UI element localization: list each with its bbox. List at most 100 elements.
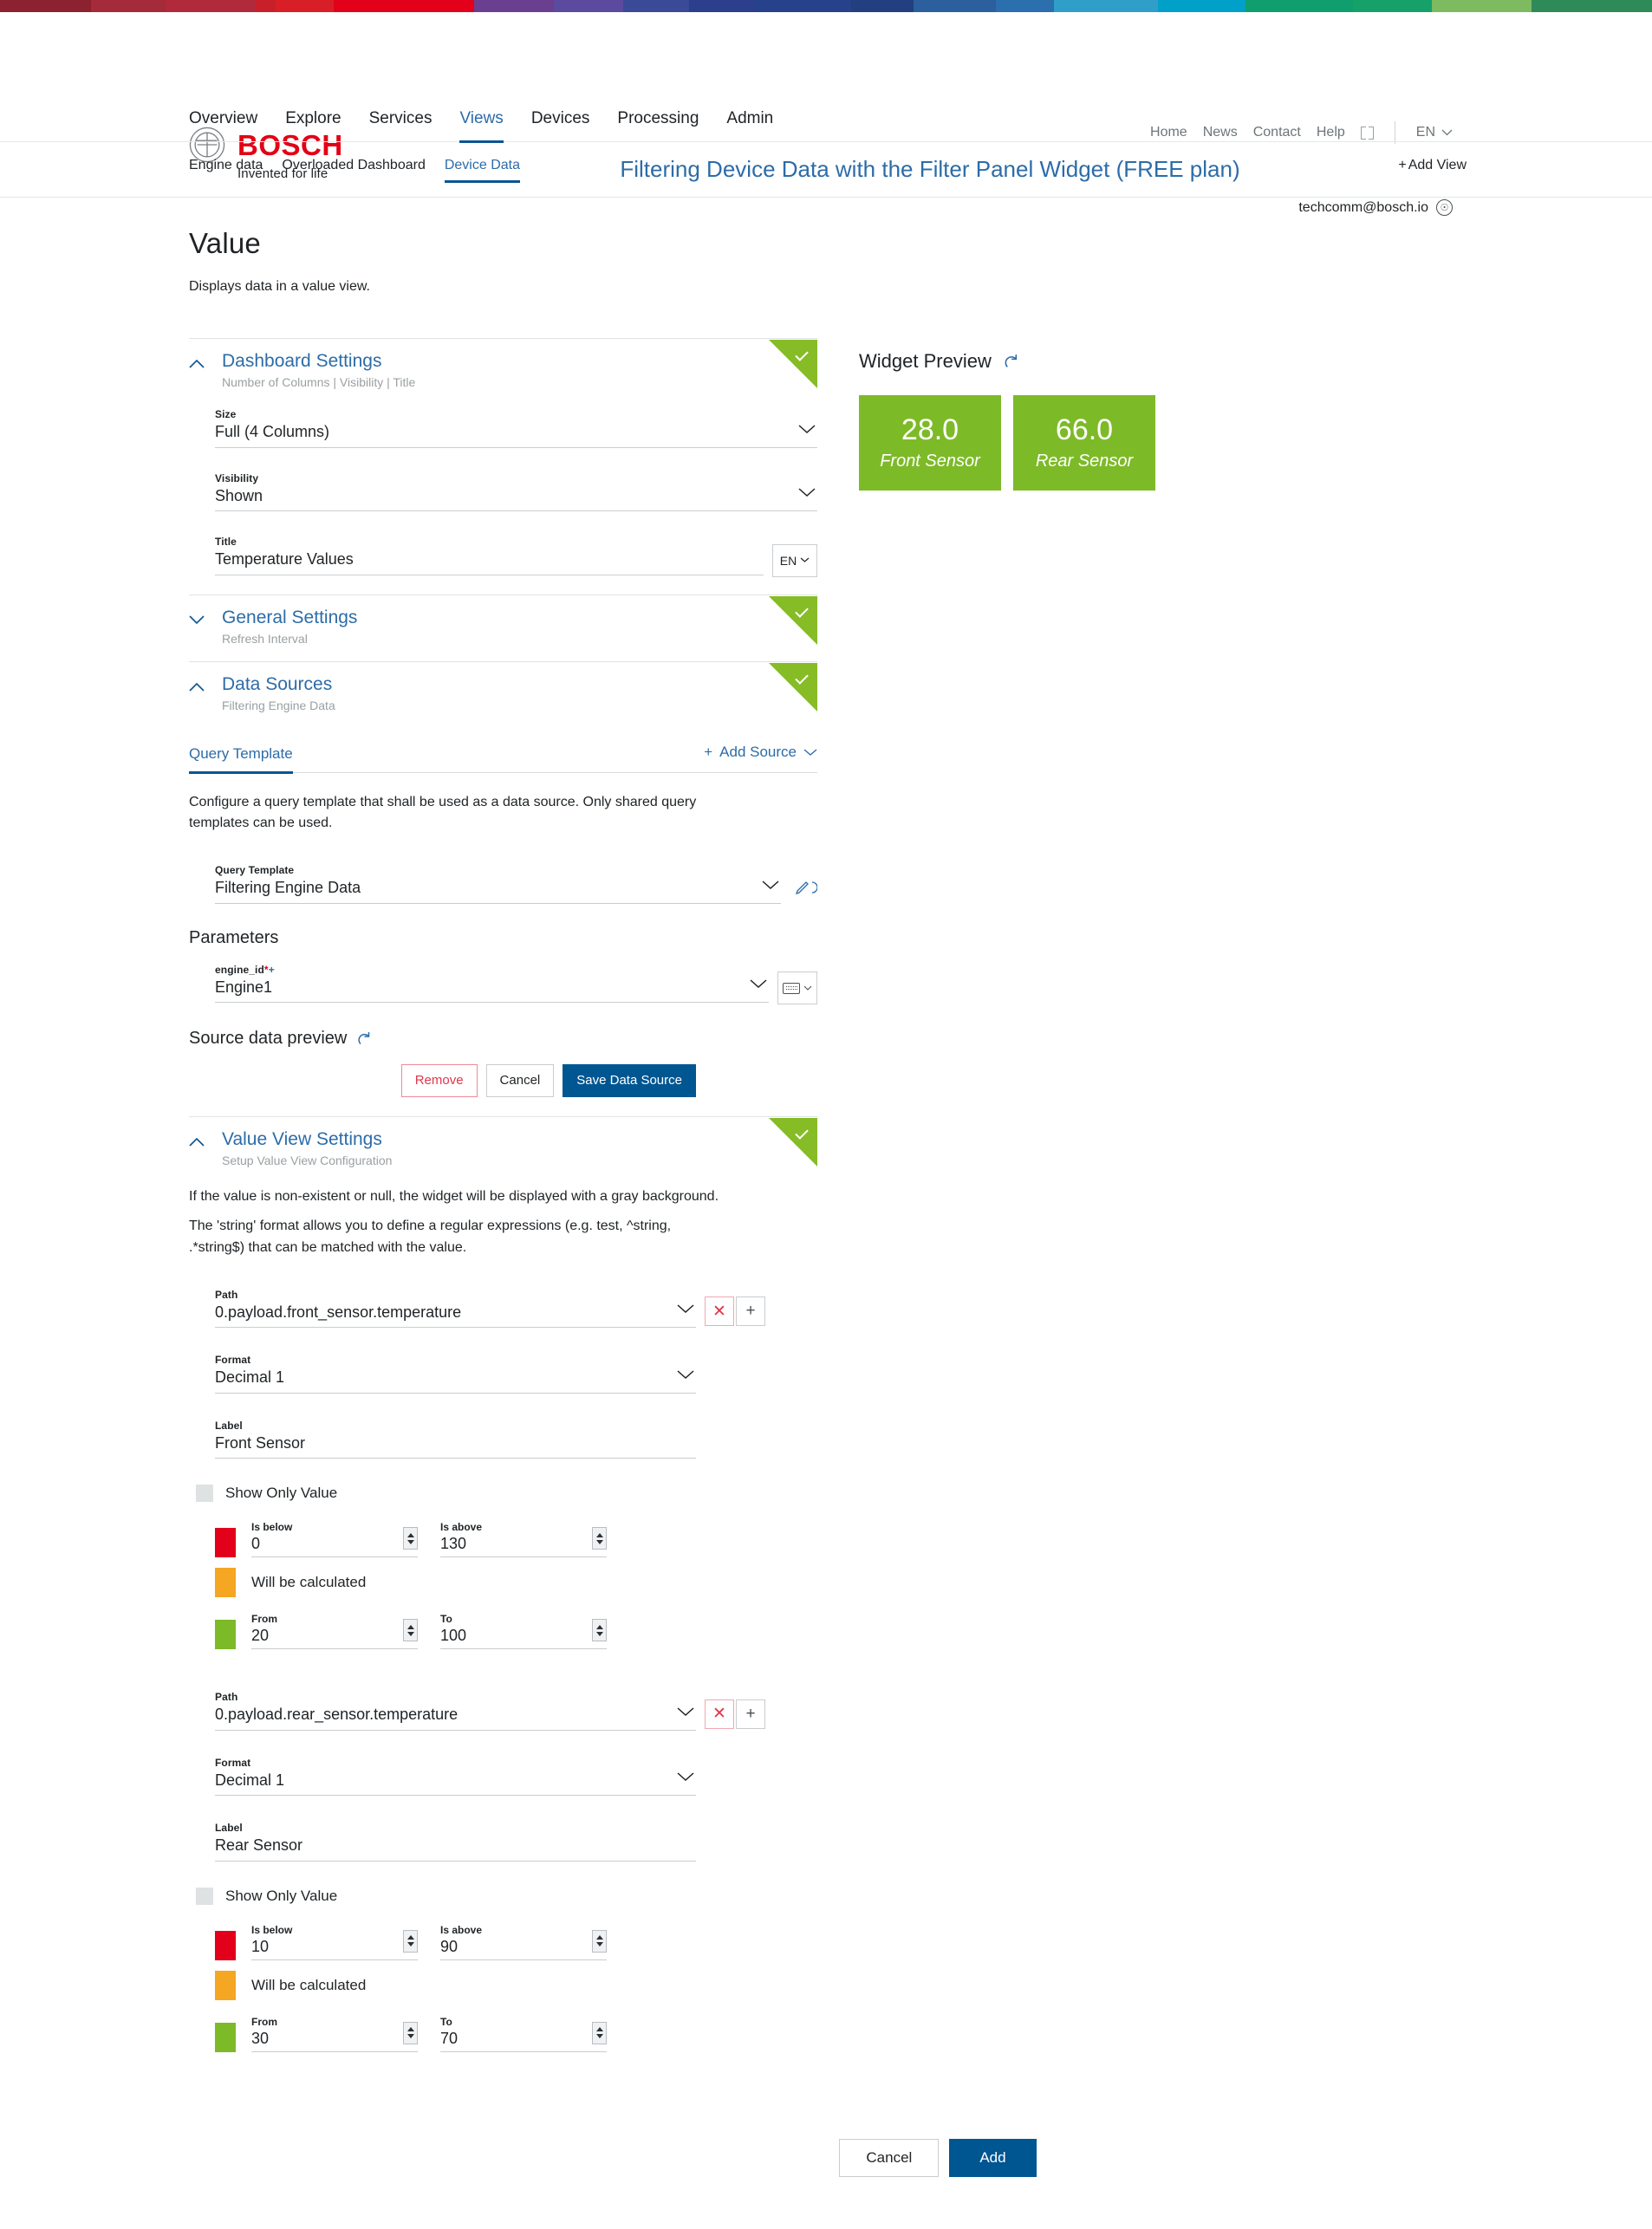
size-label: Size (215, 408, 237, 420)
stepper[interactable] (592, 1619, 607, 1642)
color-swatch-orange[interactable] (215, 1970, 236, 2000)
chevron-up-icon[interactable] (189, 682, 205, 698)
cancel-data-source-button[interactable]: Cancel (485, 1064, 555, 1097)
nav-item-processing[interactable]: Processing (617, 104, 699, 143)
format-select[interactable]: Format Decimal 1 (215, 1347, 696, 1394)
color-swatch-red[interactable] (215, 1528, 236, 1558)
chevron-down-icon[interactable] (750, 978, 769, 993)
chevron-down-icon[interactable] (677, 1303, 696, 1318)
engine-id-select[interactable]: engine_id*+ Engine1 (215, 957, 769, 1004)
chevron-down-icon[interactable] (677, 1706, 696, 1721)
show-only-value-checkbox[interactable] (196, 1887, 213, 1905)
keyboard-icon (783, 982, 800, 994)
title-language-selector[interactable]: EN (772, 543, 817, 577)
section-header[interactable]: Value View Settings Setup Value View Con… (189, 1117, 817, 1176)
to-input[interactable]: To 100 (440, 1609, 607, 1650)
from-input[interactable]: From 30 (251, 2012, 418, 2052)
label-input[interactable]: Label Rear Sensor (215, 1815, 696, 1862)
from-input[interactable]: From 20 (251, 1609, 418, 1650)
path-select[interactable]: Path 0.payload.front_sensor.temperature (215, 1282, 696, 1329)
tab-overloaded-dashboard[interactable]: Overloaded Dashboard (282, 158, 425, 183)
plus-icon: + (704, 744, 713, 760)
chevron-down-icon[interactable] (189, 614, 205, 631)
add-source-button[interactable]: + Add Source (704, 744, 817, 768)
add-view-button[interactable]: + Add View (1398, 158, 1467, 173)
remove-path-button[interactable]: ✕ (705, 1699, 734, 1729)
section-title: General Settings (222, 607, 358, 627)
format-value: Decimal 1 (215, 1368, 285, 1387)
is-above-input[interactable]: Is above 130 (440, 1517, 607, 1558)
add-path-button[interactable]: + (736, 1699, 765, 1729)
refresh-icon[interactable] (355, 1030, 372, 1047)
size-select[interactable]: Size Full (4 Columns) (215, 401, 817, 448)
add-button[interactable]: Add (949, 2138, 1037, 2178)
engine-id-value: Engine1 (215, 978, 273, 996)
section-title: Dashboard Settings (222, 351, 382, 371)
section-header[interactable]: General Settings Refresh Interval (189, 595, 817, 661)
cancel-button[interactable]: Cancel (839, 2138, 940, 2178)
is-below-input[interactable]: Is below 10 (251, 1920, 418, 1960)
stepper[interactable] (403, 1929, 418, 1953)
app-header: Home News Contact Help EN BOSCH Invented… (0, 102, 1652, 216)
section-body: Query Template + Add Source Configure a … (189, 721, 818, 1116)
label-input[interactable]: Label Front Sensor (215, 1413, 696, 1459)
format-select[interactable]: Format Decimal 1 (215, 1750, 696, 1797)
path-select[interactable]: Path 0.payload.rear_sensor.temperature (215, 1684, 696, 1731)
is-below-input[interactable]: Is below 0 (251, 1517, 418, 1558)
is-above-label: Is above (440, 1923, 483, 1936)
nav-item-views[interactable]: Views (459, 104, 504, 143)
section-header[interactable]: Dashboard Settings Number of Columns | V… (189, 339, 817, 398)
nav-item-services[interactable]: Services (369, 104, 433, 143)
stepper[interactable] (403, 1527, 418, 1550)
stepper[interactable] (403, 2021, 418, 2044)
visibility-value: Shown (215, 486, 263, 504)
tab-query-template[interactable]: Query Template (189, 742, 293, 774)
chevron-down-icon[interactable] (798, 423, 817, 439)
stepper[interactable] (592, 1527, 607, 1550)
show-only-value-row[interactable]: Show Only Value (196, 1887, 817, 1905)
add-path-button[interactable]: + (736, 1296, 765, 1327)
remove-button[interactable]: Remove (400, 1064, 478, 1097)
show-only-value-checkbox[interactable] (196, 1485, 213, 1503)
from-value: 30 (251, 2029, 270, 2047)
nav-item-explore[interactable]: Explore (285, 104, 341, 143)
is-above-input[interactable]: Is above 90 (440, 1920, 607, 1960)
nav-item-overview[interactable]: Overview (189, 104, 257, 143)
query-template-select[interactable]: Query Template Filtering Engine Data (215, 857, 781, 904)
path-row: Path 0.payload.front_sensor.temperature … (215, 1282, 817, 1329)
nav-item-devices[interactable]: Devices (531, 104, 590, 143)
color-swatch-green[interactable] (215, 2022, 236, 2052)
data-source-actions: Remove Cancel Save Data Source (189, 1064, 817, 1097)
to-input[interactable]: To 70 (440, 2012, 607, 2052)
tab-device-data[interactable]: Device Data (444, 158, 520, 183)
chevron-down-icon[interactable] (762, 879, 781, 894)
show-only-value-label: Show Only Value (225, 1887, 338, 1904)
visibility-select[interactable]: Visibility Shown (215, 465, 817, 511)
show-only-value-row[interactable]: Show Only Value (196, 1485, 817, 1503)
widget-preview-title: Widget Preview (859, 350, 992, 372)
tab-engine-data[interactable]: Engine data (189, 158, 263, 183)
edit-pencil-icon[interactable] (795, 879, 818, 900)
chevron-down-icon[interactable] (798, 486, 817, 502)
chevron-down-icon[interactable] (677, 1368, 696, 1384)
color-swatch-green[interactable] (215, 1620, 236, 1650)
data-source-tabs: Query Template + Add Source (189, 740, 817, 774)
nav-item-admin[interactable]: Admin (726, 104, 773, 143)
stepper[interactable] (592, 1929, 607, 1953)
section-header[interactable]: Data Sources Filtering Engine Data (189, 662, 817, 721)
preview-tile: 28.0 Front Sensor (859, 395, 1001, 491)
value-view-help-line-1: If the value is non-existent or null, th… (189, 1188, 719, 1204)
stepper[interactable] (592, 2021, 607, 2044)
color-swatch-orange[interactable] (215, 1568, 236, 1598)
save-data-source-button[interactable]: Save Data Source (563, 1064, 696, 1097)
format-label: Format (215, 1354, 251, 1367)
color-swatch-red[interactable] (215, 1930, 236, 1960)
stepper[interactable] (403, 1619, 418, 1642)
chevron-down-icon[interactable] (677, 1771, 696, 1786)
refresh-icon[interactable] (1002, 353, 1019, 370)
chevron-up-icon[interactable] (189, 359, 205, 374)
title-input[interactable]: Title Temperature Values (215, 529, 764, 575)
chevron-up-icon[interactable] (189, 1137, 205, 1153)
remove-path-button[interactable]: ✕ (705, 1296, 734, 1327)
input-mode-selector[interactable] (777, 972, 817, 1005)
